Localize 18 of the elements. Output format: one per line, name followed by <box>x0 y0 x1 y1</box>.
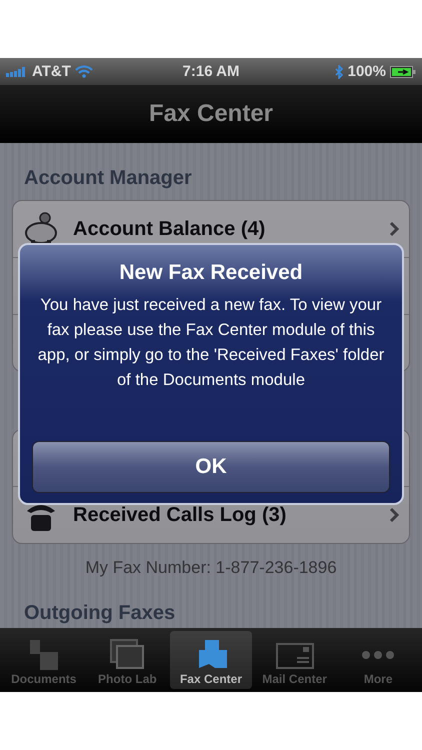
screen-title: Fax Center <box>148 100 274 128</box>
battery-text: 100% <box>348 63 386 80</box>
chevron-icon <box>389 221 399 237</box>
more-icon <box>361 650 396 660</box>
signal-icon <box>6 66 28 76</box>
alert-message: You have just received a new fax. To view your fax please use the Fax Center module of this app, or simply go to the 'Received Faxes' folder of the Documents module <box>36 295 386 391</box>
bluetooth-icon <box>334 64 344 78</box>
battery-icon <box>390 66 416 78</box>
carrier-text: AT&T <box>32 63 71 80</box>
wifi-icon <box>74 65 93 78</box>
fax-number-text: My Fax Number: 1-877-236-1896 <box>84 557 338 578</box>
section-header: Outgoing Faxes <box>23 601 176 626</box>
ok-button[interactable]: OK <box>32 441 390 493</box>
clock-text: 7:16 AM <box>182 63 240 80</box>
section-header: Account Manager <box>23 166 193 191</box>
tab[interactable]: Fax Center <box>170 631 252 689</box>
alert-title: New Fax Received <box>118 261 304 285</box>
chevron-icon <box>389 507 399 523</box>
